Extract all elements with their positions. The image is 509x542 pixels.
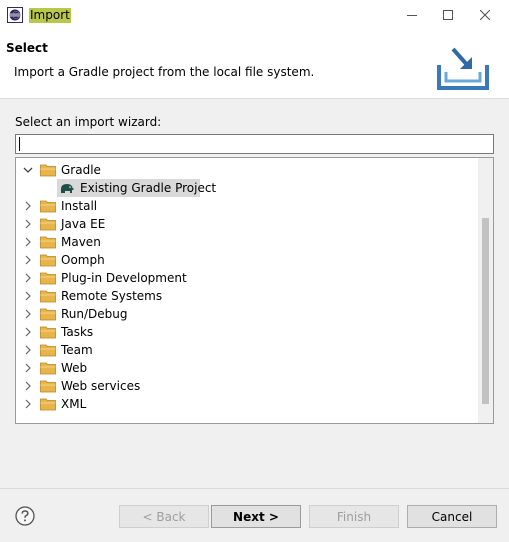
chevron-right-icon[interactable] [23, 399, 33, 409]
tree-item-label: Tasks [61, 325, 94, 339]
wizard-label: Select an import wizard: [15, 115, 162, 129]
folder-icon [40, 164, 56, 177]
folder-icon [40, 326, 56, 339]
folder-icon [40, 236, 56, 249]
cancel-button[interactable]: Cancel [407, 505, 497, 528]
folder-icon [40, 290, 56, 303]
chevron-right-icon[interactable] [23, 273, 33, 283]
minimize-icon [407, 15, 417, 16]
tree-item-label: Java EE [61, 217, 106, 231]
tree-item-label: Team [61, 343, 93, 357]
eclipse-icon [7, 7, 23, 23]
tree-item-label: Oomph [61, 253, 105, 267]
next-button[interactable]: Next > [211, 505, 301, 528]
page-title: Select [6, 41, 48, 55]
text-caret [19, 137, 20, 151]
folder-icon [40, 398, 56, 411]
chevron-right-icon[interactable] [23, 381, 33, 391]
folder-icon [40, 254, 56, 267]
tree-scrollbar[interactable] [478, 158, 493, 423]
minimize-button[interactable] [394, 0, 430, 30]
footer-divider [0, 488, 509, 489]
tree-item-maven[interactable]: Maven [16, 233, 478, 251]
tree-item-label: Plug-in Development [61, 271, 187, 285]
scrollbar-thumb[interactable] [482, 218, 489, 404]
tree-item-web-services[interactable]: Web services [16, 377, 478, 395]
tree-item-gradle[interactable]: Gradle [16, 161, 478, 179]
tree-item-tasks[interactable]: Tasks [16, 323, 478, 341]
maximize-icon [443, 10, 453, 20]
close-icon [480, 10, 490, 20]
chevron-right-icon[interactable] [23, 255, 33, 265]
folder-icon [40, 272, 56, 285]
chevron-right-icon[interactable] [23, 363, 33, 373]
chevron-right-icon[interactable] [23, 237, 33, 247]
tree-item-label: Existing Gradle Project [80, 181, 217, 195]
chevron-right-icon[interactable] [23, 219, 33, 229]
tree-item-xml[interactable]: XML [16, 395, 478, 413]
tree-item-label: Run/Debug [61, 307, 128, 321]
tree-item-label: Gradle [61, 163, 101, 177]
tree-item-label: Web services [61, 379, 141, 393]
tree-item-label: Install [61, 199, 98, 213]
finish-button[interactable]: Finish [309, 505, 399, 528]
chevron-right-icon[interactable] [23, 201, 33, 211]
page-description: Import a Gradle project from the local f… [14, 65, 315, 79]
folder-icon [40, 344, 56, 357]
tree-item-label: Maven [61, 235, 101, 249]
folder-icon [40, 200, 56, 213]
tree-item-label: Web [61, 361, 88, 375]
tree-item-install[interactable]: Install [16, 197, 478, 215]
gradle-elephant-icon [61, 184, 74, 193]
title-bar: Import [0, 0, 509, 30]
tree-item-run-debug[interactable]: Run/Debug [16, 305, 478, 323]
chevron-right-icon[interactable] [23, 345, 33, 355]
folder-icon [40, 362, 56, 375]
wizard-filter-input[interactable] [15, 134, 494, 154]
chevron-right-icon[interactable] [23, 291, 33, 301]
chevron-right-icon[interactable] [23, 327, 33, 337]
close-button[interactable] [467, 0, 503, 30]
tree-item-team[interactable]: Team [16, 341, 478, 359]
tree-item-label: Remote Systems [61, 289, 163, 303]
tree-item-plugin-development[interactable]: Plug-in Development [16, 269, 478, 287]
folder-icon [40, 308, 56, 321]
window-title: Import [29, 8, 71, 23]
tree-item-label: XML [61, 397, 87, 411]
tree-item-remote-systems[interactable]: Remote Systems [16, 287, 478, 305]
tree-item-oomph[interactable]: Oomph [16, 251, 478, 269]
folder-icon [40, 218, 56, 231]
chevron-right-icon[interactable] [23, 309, 33, 319]
chevron-down-icon[interactable] [23, 165, 33, 175]
wizard-banner: Select Import a Gradle project from the … [0, 30, 509, 99]
folder-icon [40, 380, 56, 393]
wizard-tree[interactable]: Gradle Existing Gradle Project Install J… [15, 157, 494, 424]
import-tray-icon [437, 47, 489, 90]
maximize-button[interactable] [430, 0, 466, 30]
help-icon[interactable] [15, 506, 35, 526]
back-button[interactable]: < Back [119, 505, 209, 528]
tree-item-web[interactable]: Web [16, 359, 478, 377]
tree-item-java-ee[interactable]: Java EE [16, 215, 478, 233]
tree-item-existing-gradle-project[interactable]: Existing Gradle Project [16, 179, 478, 197]
